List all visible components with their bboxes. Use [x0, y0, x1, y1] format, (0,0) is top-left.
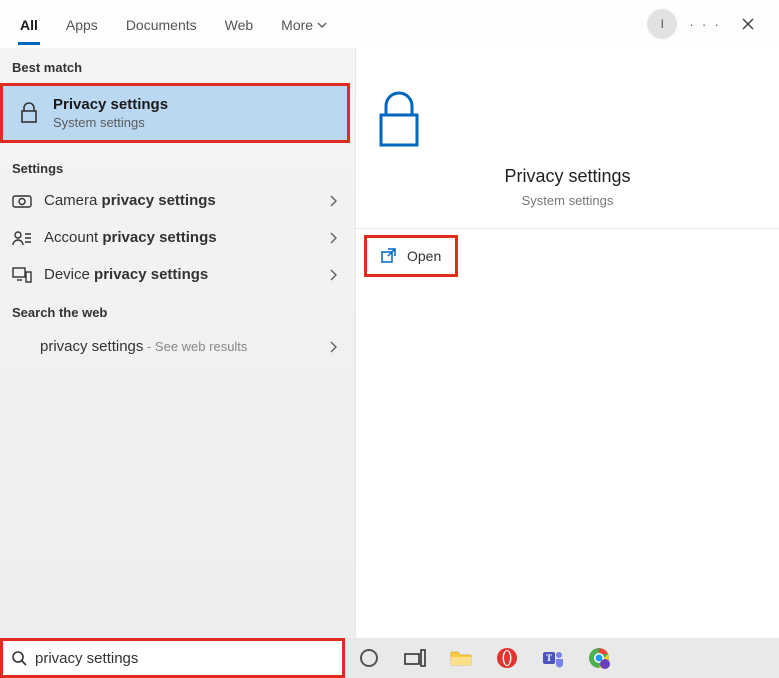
tab-more-label: More	[281, 17, 313, 33]
lock-icon	[15, 102, 43, 124]
preview-header: Privacy settings System settings	[356, 48, 779, 228]
teams-icon[interactable]: T	[541, 646, 565, 670]
preview-pane: Privacy settings System settings Open	[355, 48, 779, 638]
chrome-icon[interactable]	[587, 646, 611, 670]
best-match-subtitle: System settings	[53, 115, 168, 130]
tab-web[interactable]: Web	[213, 5, 266, 43]
settings-item-label: Camera privacy settings	[44, 192, 216, 209]
chevron-down-icon	[317, 22, 327, 28]
search-input[interactable]	[35, 650, 334, 667]
file-explorer-icon[interactable]	[449, 646, 473, 670]
chevron-right-icon	[329, 232, 337, 244]
close-button[interactable]	[733, 13, 763, 35]
account-icon	[10, 230, 34, 246]
best-match-texts: Privacy settings System settings	[53, 96, 168, 130]
label-bold: privacy settings	[102, 192, 216, 209]
preview-title: Privacy settings	[372, 166, 763, 187]
main-content: Best match Privacy settings System setti…	[0, 48, 779, 638]
settings-item-camera[interactable]: Camera privacy settings	[0, 182, 355, 219]
device-icon	[10, 267, 34, 283]
web-header: Search the web	[0, 293, 355, 326]
more-options-button[interactable]: · · ·	[689, 16, 721, 32]
settings-item-label: Device privacy settings	[44, 266, 208, 283]
chevron-right-icon	[329, 269, 337, 281]
camera-icon	[10, 194, 34, 208]
tab-more[interactable]: More	[269, 5, 339, 43]
open-icon	[381, 248, 397, 264]
open-button[interactable]: Open	[364, 235, 458, 277]
best-match-title: Privacy settings	[53, 96, 168, 113]
web-label-suffix: - See web results	[143, 339, 247, 354]
settings-item-label: Account privacy settings	[44, 229, 217, 246]
label-prefix: Camera	[44, 192, 102, 209]
settings-item-device[interactable]: Device privacy settings	[0, 256, 355, 293]
lock-icon-large	[372, 90, 763, 150]
user-avatar[interactable]: I	[647, 9, 677, 39]
svg-text:T: T	[546, 653, 552, 663]
search-bar[interactable]	[0, 638, 345, 678]
best-match-header: Best match	[0, 48, 355, 81]
search-icon	[11, 650, 27, 666]
best-match-item[interactable]: Privacy settings System settings	[0, 83, 350, 143]
open-label: Open	[407, 248, 441, 264]
search-tabs-bar: All Apps Documents Web More I · · ·	[0, 0, 779, 48]
label-prefix: Device	[44, 266, 94, 283]
task-view-icon[interactable]	[403, 646, 427, 670]
opera-icon[interactable]	[495, 646, 519, 670]
tab-all[interactable]: All	[8, 5, 50, 43]
web-label-text: privacy settings	[40, 338, 143, 355]
cortana-icon[interactable]	[357, 646, 381, 670]
preview-subtitle: System settings	[372, 193, 763, 208]
tabs-right: I · · ·	[647, 9, 771, 39]
preview-actions: Open	[356, 228, 779, 283]
tabs-left: All Apps Documents Web More	[8, 5, 339, 43]
settings-header: Settings	[0, 149, 355, 182]
chevron-right-icon	[329, 341, 337, 353]
label-bold: privacy settings	[102, 229, 216, 246]
web-result-item[interactable]: privacy settings - See web results	[0, 326, 355, 367]
tab-apps[interactable]: Apps	[54, 5, 110, 43]
settings-item-account[interactable]: Account privacy settings	[0, 219, 355, 256]
tab-documents[interactable]: Documents	[114, 5, 209, 43]
web-result-label: privacy settings - See web results	[40, 338, 247, 355]
chevron-right-icon	[329, 195, 337, 207]
results-pane: Best match Privacy settings System setti…	[0, 48, 355, 638]
label-bold: privacy settings	[94, 266, 208, 283]
taskbar: T	[345, 638, 779, 678]
label-prefix: Account	[44, 229, 102, 246]
